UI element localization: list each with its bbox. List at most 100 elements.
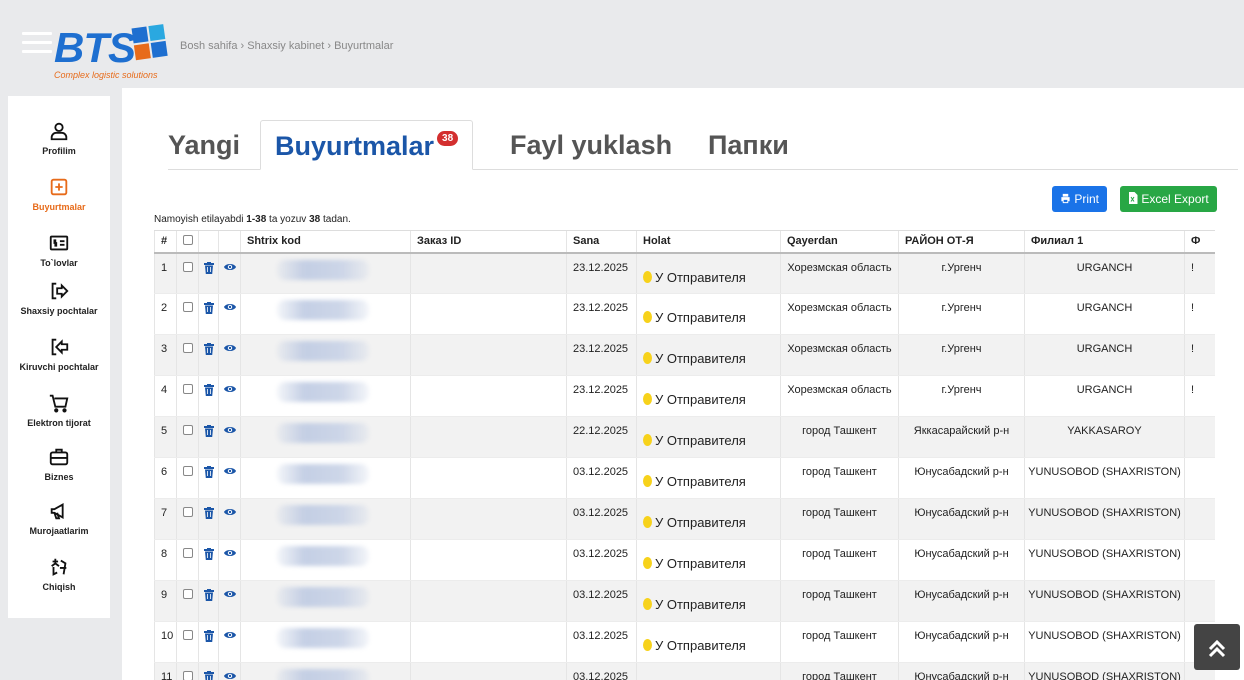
trash-icon[interactable] [204, 589, 214, 601]
eye-icon[interactable] [224, 262, 236, 272]
eye-icon[interactable] [224, 507, 236, 517]
table-row[interactable]: 4 23.12.2025 У Отправителя Хорезмская облас… [154, 375, 1215, 417]
sidebar-item-kiruvchi-pochtalar[interactable]: Kiruvchi pochtalar [8, 336, 110, 372]
print-button[interactable]: Print [1052, 186, 1108, 212]
delete-cell[interactable] [198, 293, 219, 335]
column-header-order-id[interactable]: Заказ ID [410, 230, 567, 254]
row-checkbox[interactable] [182, 425, 193, 435]
view-cell[interactable] [218, 334, 241, 376]
sidebar-item-chiqish[interactable]: Chiqish [8, 556, 110, 592]
row-checkbox[interactable] [182, 671, 193, 680]
delete-cell[interactable] [198, 252, 219, 294]
breadcrumb[interactable]: Bosh sahifa › Shaxsiy kabinet › Buyurtma… [180, 40, 393, 52]
view-cell[interactable] [218, 416, 241, 458]
row-checkbox[interactable] [182, 343, 193, 353]
eye-icon[interactable] [224, 425, 236, 435]
row-checkbox-cell[interactable] [176, 580, 199, 622]
eye-icon[interactable] [224, 466, 236, 476]
column-header-date[interactable]: Sana [566, 230, 637, 254]
view-cell[interactable] [218, 252, 241, 294]
select-all-checkbox-cell[interactable] [176, 230, 199, 254]
eye-icon[interactable] [224, 630, 236, 640]
excel-export-button[interactable]: Excel Export [1120, 186, 1217, 212]
row-checkbox-cell[interactable] [176, 293, 199, 335]
table-row[interactable]: 8 03.12.2025 У Отправителя город Ташкент Юну… [154, 539, 1215, 581]
delete-cell[interactable] [198, 662, 219, 680]
trash-icon[interactable] [204, 466, 214, 478]
row-checkbox[interactable] [182, 548, 193, 558]
trash-icon[interactable] [204, 384, 214, 396]
select-all-checkbox[interactable] [183, 234, 193, 245]
view-cell[interactable] [218, 662, 241, 680]
view-cell[interactable] [218, 539, 241, 581]
eye-icon[interactable] [224, 302, 236, 312]
table-row[interactable]: 11 03.12.2025У Отправителягород ТашкентЮн… [154, 662, 1215, 680]
view-cell[interactable] [218, 498, 241, 540]
row-checkbox-cell[interactable] [176, 621, 199, 663]
sidebar-item-buyurtmalar[interactable]: Buyurtmalar [8, 176, 110, 212]
eye-icon[interactable] [224, 671, 236, 680]
view-cell[interactable] [218, 621, 241, 663]
tab-buyurtmalar[interactable]: Buyurtmalar 38 [260, 120, 474, 170]
row-checkbox[interactable] [182, 302, 193, 312]
trash-icon[interactable] [204, 302, 214, 314]
trash-icon[interactable] [204, 425, 214, 437]
eye-icon[interactable] [224, 343, 236, 353]
sidebar-item-biznes[interactable]: Biznes [8, 446, 110, 482]
delete-cell[interactable] [198, 539, 219, 581]
delete-cell[interactable] [198, 334, 219, 376]
table-row[interactable]: 7 03.12.2025 У Отправителя город Ташкент Юну… [154, 498, 1215, 540]
bts-logo[interactable]: BTS Complex logistic solutions [52, 24, 182, 84]
view-cell[interactable] [218, 580, 241, 622]
tab-fayl-yuklash[interactable]: Fayl yuklash [510, 120, 672, 170]
view-cell[interactable] [218, 457, 241, 499]
column-header-barcode[interactable]: Shtrix kod [240, 230, 411, 254]
table-row[interactable]: 6 03.12.2025 У Отправителя город Ташкент Юну… [154, 457, 1215, 499]
sidebar-item-murojaatlarim[interactable]: Murojaatlarim [8, 500, 110, 536]
table-row[interactable]: 2 23.12.2025 У Отправителя Хорезмская облас… [154, 293, 1215, 335]
trash-icon[interactable] [204, 630, 214, 642]
delete-cell[interactable] [198, 457, 219, 499]
row-checkbox[interactable] [182, 466, 193, 476]
delete-cell[interactable] [198, 416, 219, 458]
delete-cell[interactable] [198, 498, 219, 540]
trash-icon[interactable] [204, 671, 214, 680]
delete-cell[interactable] [198, 375, 219, 417]
table-row[interactable]: 1 23.12.2025 У Отправителя Хорезмская облас… [154, 252, 1215, 294]
table-row[interactable]: 10 03.12.2025 У Отправителя город Ташкент Юн… [154, 621, 1215, 663]
trash-icon[interactable] [204, 507, 214, 519]
scroll-to-top-button[interactable] [1194, 624, 1240, 670]
view-cell[interactable] [218, 293, 241, 335]
column-header-district[interactable]: РАЙОН ОТ-Я [898, 230, 1025, 254]
trash-icon[interactable] [204, 548, 214, 560]
sidebar-item-elektron-tijorat[interactable]: Elektron tijorat [8, 392, 110, 428]
column-header-branch[interactable]: Филиал 1 [1024, 230, 1185, 254]
row-checkbox-cell[interactable] [176, 498, 199, 540]
row-checkbox[interactable] [182, 630, 193, 640]
trash-icon[interactable] [204, 262, 214, 274]
row-checkbox-cell[interactable] [176, 662, 199, 680]
table-row[interactable]: 5 22.12.2025 У Отправителя город Ташкент Якк… [154, 416, 1215, 458]
eye-icon[interactable] [224, 548, 236, 558]
delete-cell[interactable] [198, 621, 219, 663]
eye-icon[interactable] [224, 384, 236, 394]
row-checkbox[interactable] [182, 384, 193, 394]
row-checkbox[interactable] [182, 589, 193, 599]
row-checkbox-cell[interactable] [176, 334, 199, 376]
trash-icon[interactable] [204, 343, 214, 355]
column-header-status[interactable]: Holat [636, 230, 781, 254]
view-cell[interactable] [218, 375, 241, 417]
row-checkbox[interactable] [182, 507, 193, 517]
sidebar-item-profilim[interactable]: Profilim [8, 120, 110, 156]
table-row[interactable]: 3 23.12.2025 У Отправителя Хорезмская облас… [154, 334, 1215, 376]
row-checkbox-cell[interactable] [176, 539, 199, 581]
sidebar-item-tolovlar[interactable]: To`lovlar [8, 232, 110, 268]
table-row[interactable]: 9 03.12.2025 У Отправителя город Ташкент Юну… [154, 580, 1215, 622]
sidebar-item-shaxsiy-pochtalar[interactable]: Shaxsiy pochtalar [8, 280, 110, 316]
column-header-extra[interactable]: Ф [1184, 230, 1215, 254]
row-checkbox[interactable] [182, 261, 193, 272]
row-checkbox-cell[interactable] [176, 457, 199, 499]
delete-cell[interactable] [198, 580, 219, 622]
row-checkbox-cell[interactable] [176, 375, 199, 417]
column-header-origin[interactable]: Qayerdan [780, 230, 899, 254]
